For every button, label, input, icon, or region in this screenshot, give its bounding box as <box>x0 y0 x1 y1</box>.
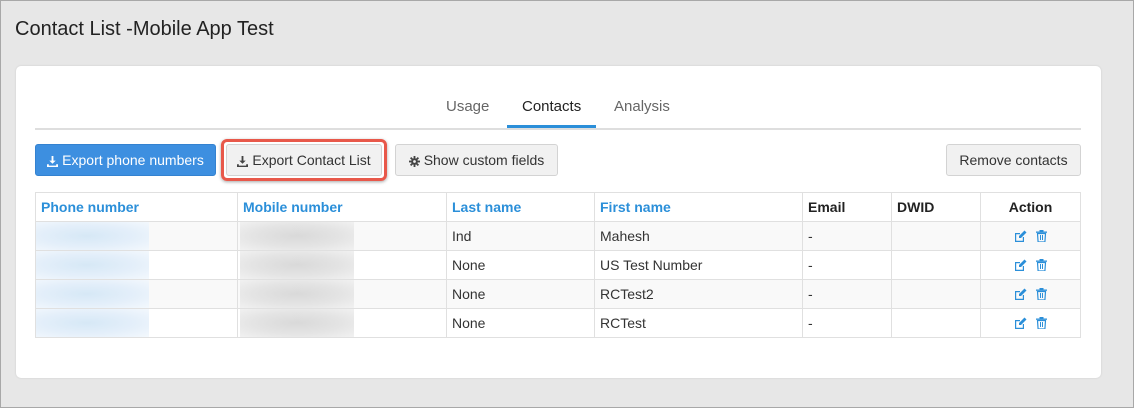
trash-icon[interactable] <box>1036 287 1048 303</box>
trash-icon[interactable] <box>1036 258 1048 274</box>
edit-icon[interactable] <box>1014 229 1027 245</box>
action-cell <box>980 250 1081 280</box>
header-phone-number[interactable]: Phone number <box>35 192 238 222</box>
email-cell: - <box>802 279 892 309</box>
last-name-cell: None <box>446 250 595 280</box>
export-contact-list-button[interactable]: Export Contact List <box>226 144 382 176</box>
gear-icon <box>408 155 420 167</box>
download-icon <box>237 155 249 167</box>
dwid-cell <box>891 250 981 280</box>
dwid-cell <box>891 279 981 309</box>
action-cell <box>980 308 1081 338</box>
first-name-cell: RCTest2 <box>594 279 803 309</box>
page-title-suffix: Mobile App Test <box>132 18 274 40</box>
header-dwid: DWID <box>891 192 981 222</box>
header-first-name[interactable]: First name <box>594 192 803 222</box>
table-row: None US Test Number - <box>35 250 1081 280</box>
action-cell <box>980 221 1081 251</box>
page-title-prefix: Contact List - <box>15 18 133 40</box>
table-row: None RCTest2 - <box>35 279 1081 309</box>
table-row: None RCTest - <box>35 308 1081 338</box>
mobile-number-cell-redacted <box>237 308 447 338</box>
last-name-cell: Ind <box>446 221 595 251</box>
mobile-number-cell-redacted <box>237 221 447 251</box>
contacts-table: Phone number Mobile number Last name Fir… <box>35 192 1081 338</box>
active-tab-indicator <box>507 125 596 128</box>
show-custom-fields-button[interactable]: Show custom fields <box>395 144 558 176</box>
email-cell: - <box>802 250 892 280</box>
trash-icon[interactable] <box>1036 316 1048 332</box>
email-cell: - <box>802 308 892 338</box>
export-phone-numbers-button[interactable]: Export phone numbers <box>35 144 216 176</box>
export-contact-list-label: Export Contact List <box>252 152 371 168</box>
phone-number-cell-redacted <box>35 221 238 251</box>
header-mobile-number[interactable]: Mobile number <box>237 192 447 222</box>
mobile-number-cell-redacted <box>237 279 447 309</box>
export-phone-numbers-label: Export phone numbers <box>62 152 204 168</box>
tab-bar: Usage Contacts Analysis <box>35 84 1081 130</box>
remove-contacts-button[interactable]: Remove contacts <box>946 144 1081 176</box>
last-name-cell: None <box>446 279 595 309</box>
show-custom-fields-label: Show custom fields <box>423 152 545 168</box>
edit-icon[interactable] <box>1014 258 1027 274</box>
edit-icon[interactable] <box>1014 316 1027 332</box>
phone-number-cell-redacted <box>35 250 238 280</box>
header-email: Email <box>802 192 892 222</box>
header-action: Action <box>980 192 1081 222</box>
table-row: Ind Mahesh - <box>35 221 1081 251</box>
trash-icon[interactable] <box>1036 229 1048 245</box>
action-cell <box>980 279 1081 309</box>
contacts-card: Usage Contacts Analysis Export phone num… <box>16 66 1101 378</box>
tab-usage[interactable]: Usage <box>446 98 489 115</box>
edit-icon[interactable] <box>1014 287 1027 303</box>
table-header-row: Phone number Mobile number Last name Fir… <box>35 192 1081 222</box>
first-name-cell: RCTest <box>594 308 803 338</box>
page-title: Contact List -Mobile App Test <box>15 18 274 41</box>
mobile-number-cell-redacted <box>237 250 447 280</box>
phone-number-cell-redacted <box>35 308 238 338</box>
remove-contacts-label: Remove contacts <box>959 152 1068 168</box>
last-name-cell: None <box>446 308 595 338</box>
phone-number-cell-redacted <box>35 279 238 309</box>
email-cell: - <box>802 221 892 251</box>
first-name-cell: US Test Number <box>594 250 803 280</box>
dwid-cell <box>891 221 981 251</box>
first-name-cell: Mahesh <box>594 221 803 251</box>
download-icon <box>47 155 59 167</box>
dwid-cell <box>891 308 981 338</box>
tab-contacts[interactable]: Contacts <box>522 98 581 115</box>
tab-analysis[interactable]: Analysis <box>614 98 670 115</box>
header-last-name[interactable]: Last name <box>446 192 595 222</box>
